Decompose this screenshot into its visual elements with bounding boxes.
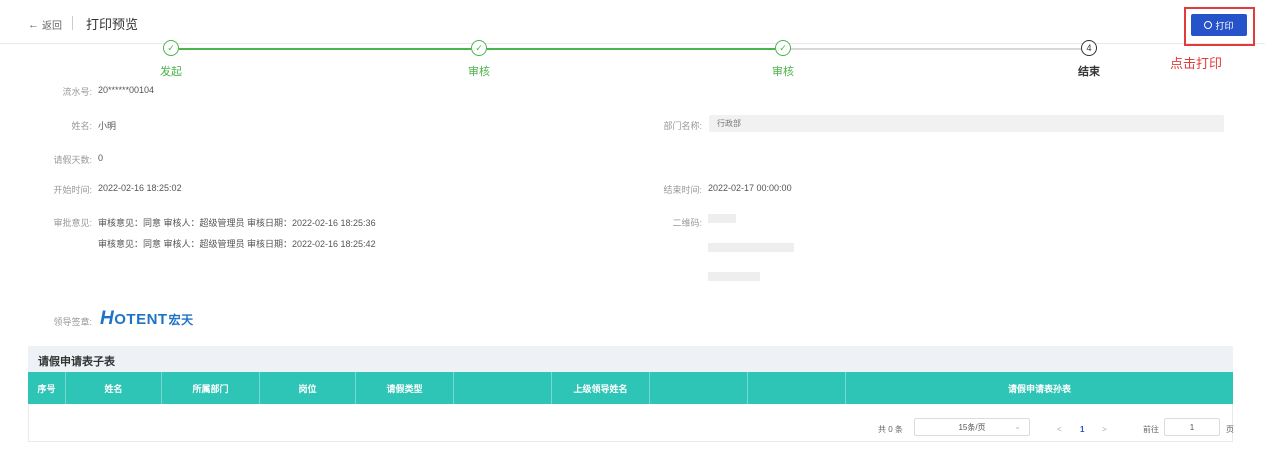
approval-line: 审核意见：同意 审核人：超级管理员 审核日期：2022-02-16 18:25:… <box>98 218 376 228</box>
column-header: 请假申请表孙表 <box>1007 383 1071 394</box>
column-header: 所属部门 <box>162 372 260 404</box>
dept-field: 行政部 <box>709 115 1224 132</box>
print-hint: 点击打印 <box>1170 56 1223 71</box>
step-1-label: 发起 <box>160 66 182 78</box>
column-header: 姓名 <box>66 372 162 404</box>
step-connector <box>487 48 775 50</box>
start-time-label: 开始时间: <box>53 185 92 195</box>
page-header: ← 返回 打印预览 <box>0 0 1265 44</box>
approval-line: 审核意见：同意 审核人：超级管理员 审核日期：2022-02-16 18:25:… <box>98 239 376 249</box>
qrcode-label: 二维码: <box>672 218 702 228</box>
dept-label: 部门名称: <box>663 121 702 131</box>
subtable-title: 请假申请表子表 <box>28 346 1233 372</box>
qrcode-placeholder <box>708 214 736 223</box>
start-time-value: 2022-02-16 18:25:02 <box>98 183 182 193</box>
end-time-label: 结束时间: <box>663 185 702 195</box>
back-label: 返回 <box>42 21 62 32</box>
step-4-label: 结束 <box>1078 66 1100 78</box>
chevron-down-icon: ⌄ <box>1014 422 1021 431</box>
page-title: 打印预览 <box>86 17 139 32</box>
name-label: 姓名: <box>71 121 92 131</box>
page-size-value: 15条/页 <box>958 422 986 432</box>
arrow-left-icon: ← <box>28 18 39 31</box>
prev-page-button[interactable]: < <box>1057 420 1062 438</box>
next-page-button[interactable]: > <box>1102 420 1107 438</box>
qrcode-placeholder <box>708 272 760 281</box>
qrcode-placeholder <box>708 243 794 252</box>
column-header: 岗位 <box>260 372 356 404</box>
serial-value: 20******00104 <box>98 85 155 95</box>
print-button[interactable]: 打印 <box>1191 14 1247 36</box>
step-2-label: 审核 <box>468 66 490 78</box>
hotent-logo: H OTENT 宏天 <box>100 308 194 329</box>
page-size-select[interactable]: 15条/页 ⌄ <box>914 418 1030 436</box>
column-header: 请假类型 <box>356 372 454 404</box>
goto-page-input[interactable]: 1 <box>1164 418 1220 436</box>
days-label: 请假天数: <box>53 155 92 165</box>
header-divider <box>72 16 73 30</box>
step-1-check-icon: ✓ <box>163 40 179 56</box>
printer-icon <box>1204 21 1213 29</box>
serial-label: 流水号: <box>62 87 92 97</box>
column-header <box>748 372 846 404</box>
column-header <box>454 372 552 404</box>
column-header: 上级领导姓名 <box>552 372 650 404</box>
step-3-label: 审核 <box>772 66 794 78</box>
back-button[interactable]: ← 返回 <box>28 17 62 33</box>
name-value: 小明 <box>98 121 117 131</box>
goto-label: 前往 <box>1143 424 1159 434</box>
column-header: 序号 <box>28 372 66 404</box>
step-4-number-icon: 4 <box>1081 40 1097 56</box>
subtable-body <box>28 404 1233 442</box>
subtable-header: 序号 姓名 所属部门 岗位 请假类型 上级领导姓名 请假申请表孙表 <box>28 372 1233 404</box>
current-page[interactable]: 1 <box>1080 420 1084 438</box>
print-label: 打印 <box>1215 20 1234 31</box>
step-3-check-icon: ✓ <box>775 40 791 56</box>
column-header <box>650 372 748 404</box>
page-unit-label: 页 <box>1226 424 1234 434</box>
step-2-check-icon: ✓ <box>471 40 487 56</box>
seal-label: 领导签章: <box>53 317 92 327</box>
end-time-value: 2022-02-17 00:00:00 <box>708 183 792 193</box>
step-connector <box>179 48 471 50</box>
pagination-total: 共 0 条 <box>878 424 903 434</box>
step-connector <box>791 48 1081 50</box>
approval-label: 审批意见: <box>53 218 92 228</box>
days-value: 0 <box>98 153 104 163</box>
